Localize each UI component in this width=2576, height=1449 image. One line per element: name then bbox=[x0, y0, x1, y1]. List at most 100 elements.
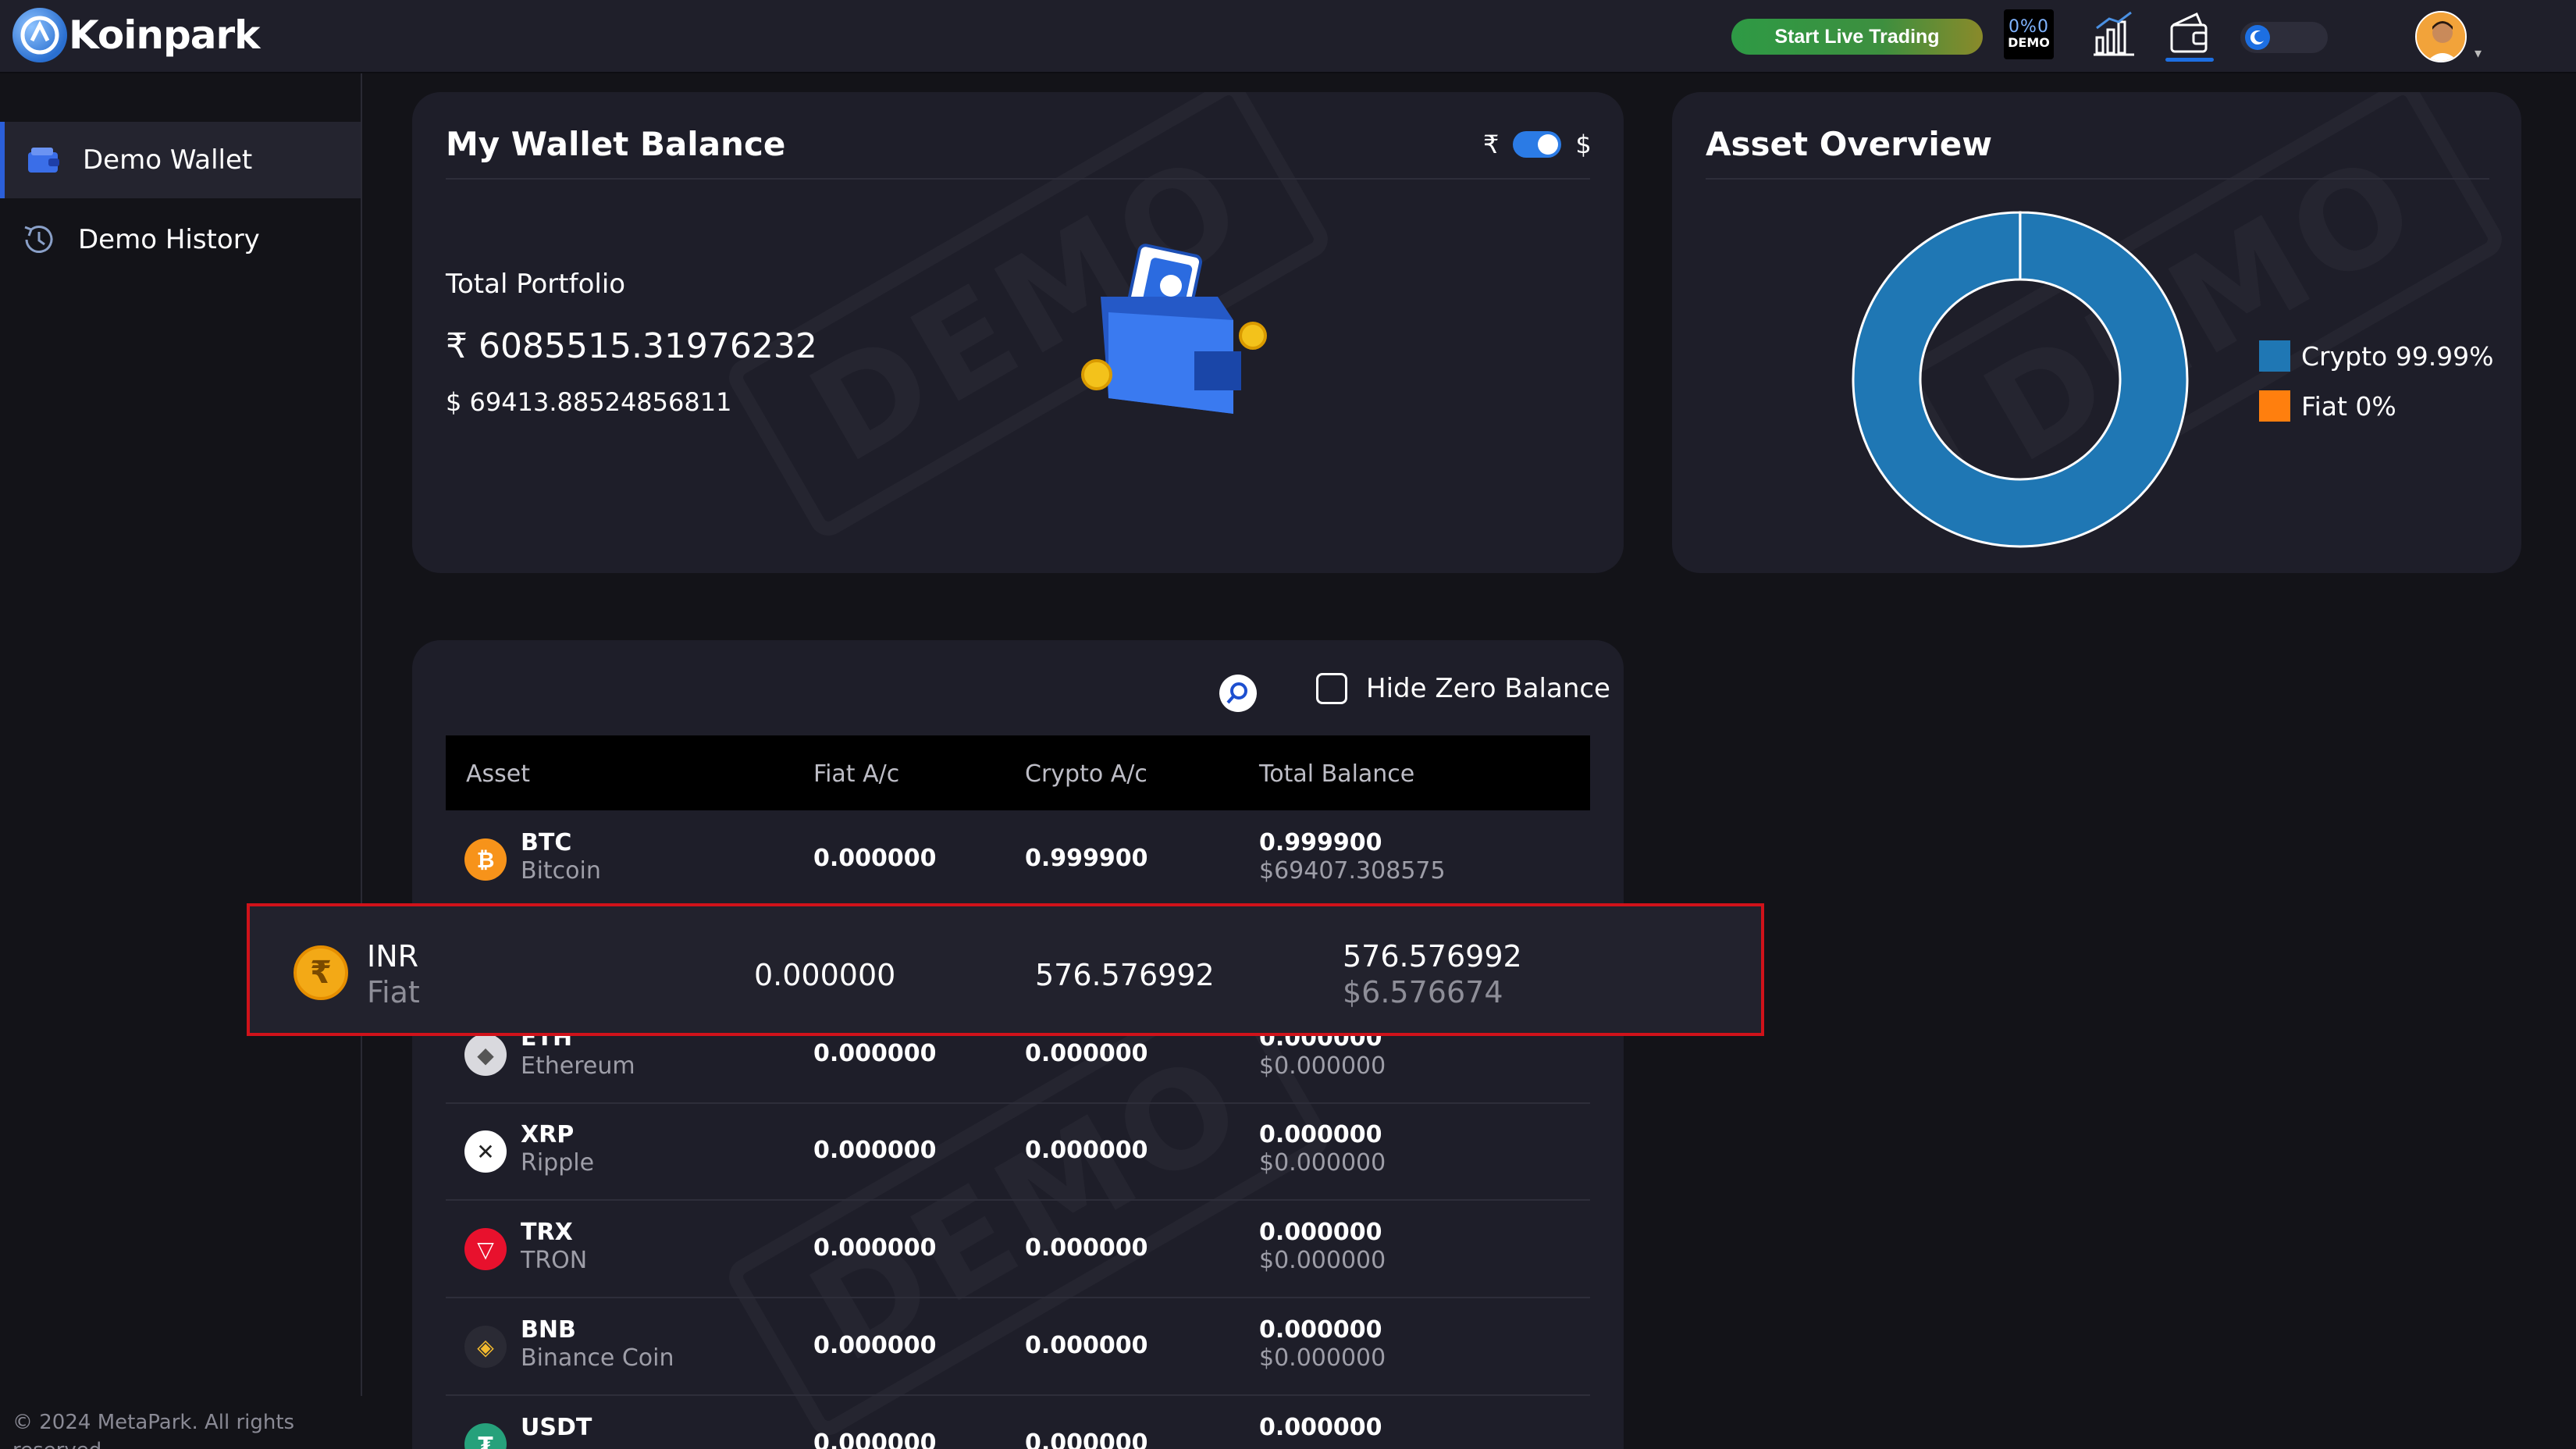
header-asset: Asset bbox=[466, 760, 531, 788]
xrp-coin-icon: ✕ bbox=[464, 1130, 507, 1173]
table-header: Asset Fiat A/c Crypto A/c Total Balance bbox=[446, 735, 1590, 810]
wallet-card-title: My Wallet Balance bbox=[446, 125, 786, 163]
header-fiat: Fiat A/c bbox=[813, 760, 900, 788]
table-row[interactable]: ◈ BNB Binance Coin 0.000000 0.000000 0.000000… bbox=[446, 1299, 1590, 1396]
asset-name: Ripple bbox=[521, 1149, 595, 1177]
chart-legend: Crypto 99.99% Fiat 0% bbox=[2259, 331, 2494, 431]
table-row[interactable]: ₿ BTC Bitcoin 0.000000 0.999900 0.999900 $6940… bbox=[446, 812, 1590, 909]
crypto-balance: 0.000000 bbox=[1025, 1137, 1148, 1164]
copyright-text: © 2024 MetaPark. All rights reserved. bbox=[12, 1411, 295, 1449]
asset-symbol: XRP bbox=[521, 1121, 575, 1148]
eth-coin-icon: ◆ bbox=[464, 1034, 507, 1076]
asset-name: Binance Coin bbox=[521, 1344, 674, 1372]
total-balance-usd: $0.000000 bbox=[1259, 1052, 1386, 1080]
chevron-down-icon[interactable]: ▾ bbox=[2475, 45, 2482, 62]
total-balance: 0.000000 bbox=[1259, 1316, 1382, 1344]
crypto-balance: 0.000000 bbox=[1025, 1040, 1148, 1067]
crypto-balance: 0.000000 bbox=[1025, 1332, 1148, 1359]
bnb-coin-icon: ◈ bbox=[464, 1326, 507, 1368]
search-button[interactable] bbox=[1219, 675, 1257, 712]
demo-icon-label: DEMO bbox=[2008, 35, 2050, 50]
asset-overview-divider bbox=[1706, 178, 2489, 180]
logo-mark-icon bbox=[12, 8, 67, 62]
user-avatar[interactable] bbox=[2415, 11, 2467, 62]
crypto-balance: 0.000000 bbox=[1025, 1234, 1148, 1262]
total-balance-usd: $0.000000 bbox=[1259, 1247, 1386, 1274]
sidebar-item-label: Demo Wallet bbox=[83, 144, 253, 176]
active-nav-indicator bbox=[2165, 58, 2214, 62]
asset-symbol: INR bbox=[367, 939, 419, 974]
sidebar-item-demo-wallet[interactable]: Demo Wallet bbox=[0, 122, 361, 198]
legend-label: Crypto 99.99% bbox=[2301, 340, 2494, 372]
highlighted-table-row[interactable]: ₹ INR Fiat 0.000000 576.576992 576.57699… bbox=[247, 903, 1764, 1036]
fiat-balance: 0.000000 bbox=[813, 845, 937, 872]
table-row[interactable]: ✕ XRP Ripple 0.000000 0.000000 0.000000 $0.000… bbox=[446, 1104, 1590, 1201]
legend-swatch bbox=[2259, 390, 2290, 422]
asset-symbol: BTC bbox=[521, 829, 572, 856]
rupee-label: ₹ bbox=[1483, 130, 1500, 159]
fiat-balance: 0.000000 bbox=[754, 958, 896, 992]
asset-name: Ethereum bbox=[521, 1052, 635, 1080]
currency-toggle[interactable] bbox=[1513, 131, 1562, 158]
start-live-trading-button[interactable]: Start Live Trading bbox=[1731, 19, 1983, 55]
moon-icon bbox=[2245, 25, 2270, 50]
hide-zero-checkbox[interactable] bbox=[1316, 673, 1347, 704]
hide-zero-label: Hide Zero Balance bbox=[1366, 673, 1610, 704]
crypto-balance: 0.999900 bbox=[1025, 845, 1148, 872]
asset-symbol: BNB bbox=[521, 1316, 576, 1344]
asset-name: TRON bbox=[521, 1247, 588, 1274]
history-icon bbox=[20, 221, 58, 258]
wallet-icon bbox=[25, 141, 62, 179]
table-row[interactable]: ▽ TRX TRON 0.000000 0.000000 0.000000 $0.00000… bbox=[446, 1202, 1590, 1298]
asset-symbol: TRX bbox=[521, 1219, 573, 1246]
fiat-balance: 0.000000 bbox=[813, 1234, 937, 1262]
brand-name: Koinpark bbox=[69, 12, 260, 58]
wallet-nav-icon[interactable] bbox=[2165, 9, 2214, 58]
asset-overview-title: Asset Overview bbox=[1706, 125, 1993, 163]
legend-label: Fiat 0% bbox=[2301, 390, 2396, 422]
search-icon bbox=[1226, 682, 1247, 704]
total-balance: 0.000000 bbox=[1259, 1414, 1382, 1441]
total-balance: 0.999900 bbox=[1259, 829, 1382, 856]
asset-donut-chart bbox=[1852, 211, 2189, 548]
fiat-balance: 0.000000 bbox=[813, 1429, 937, 1449]
dollar-label: $ bbox=[1575, 130, 1592, 159]
total-balance: 0.000000 bbox=[1259, 1121, 1382, 1148]
asset-name: Fiat bbox=[367, 975, 420, 1009]
asset-symbol: USDT bbox=[521, 1414, 592, 1441]
fiat-balance: 0.000000 bbox=[813, 1137, 937, 1164]
crypto-balance: 0.000000 bbox=[1025, 1429, 1148, 1449]
table-row[interactable]: ₮ USDT 0.000000 0.000000 0.000000 bbox=[446, 1397, 1590, 1449]
portfolio-usd-value: $ 69413.88524856811 bbox=[446, 387, 731, 417]
demo-mode-icon[interactable]: 0%0 DEMO bbox=[2004, 9, 2054, 59]
rupee-coin-icon: ₹ bbox=[294, 945, 348, 1000]
bar-chart-icon[interactable] bbox=[2092, 11, 2136, 58]
btc-coin-icon: ₿ bbox=[464, 838, 507, 881]
demo-icon-dots: 0%0 bbox=[2008, 17, 2049, 37]
crypto-balance: 576.576992 bbox=[1035, 958, 1215, 992]
sidebar-item-demo-history[interactable]: Demo History bbox=[0, 201, 361, 278]
trx-coin-icon: ▽ bbox=[464, 1228, 507, 1270]
asset-name: Bitcoin bbox=[521, 857, 601, 885]
usd-value: 69413.88524856811 bbox=[469, 387, 732, 417]
legend-item-fiat: Fiat 0% bbox=[2259, 381, 2494, 431]
portfolio-inr-value: ₹ 6085515.31976232 bbox=[446, 326, 817, 366]
sidebar: Demo Wallet Demo History © 2024 MetaPark… bbox=[0, 73, 362, 1449]
top-bar: Koinpark Start Live Trading 0%0 DEMO ▾ bbox=[0, 0, 2576, 73]
usd-symbol: $ bbox=[446, 387, 462, 417]
header-crypto: Crypto A/c bbox=[1025, 760, 1147, 788]
total-balance-usd: $0.000000 bbox=[1259, 1149, 1386, 1177]
wallet-illustration-icon bbox=[1081, 244, 1267, 414]
koinpark-logo[interactable]: Koinpark bbox=[12, 8, 260, 62]
total-portfolio-label: Total Portfolio bbox=[446, 269, 626, 300]
total-balance: 576.576992 bbox=[1343, 939, 1522, 974]
wallet-card-divider bbox=[446, 178, 1590, 180]
legend-swatch bbox=[2259, 340, 2290, 372]
fiat-balance: 0.000000 bbox=[813, 1332, 937, 1359]
hide-zero-balance: Hide Zero Balance bbox=[1316, 673, 1610, 704]
currency-switch: ₹ $ bbox=[1483, 130, 1592, 159]
fiat-balance: 0.000000 bbox=[813, 1040, 937, 1067]
total-balance-usd: $6.576674 bbox=[1343, 975, 1503, 1009]
inr-symbol: ₹ bbox=[446, 326, 468, 366]
theme-toggle[interactable] bbox=[2240, 22, 2328, 53]
